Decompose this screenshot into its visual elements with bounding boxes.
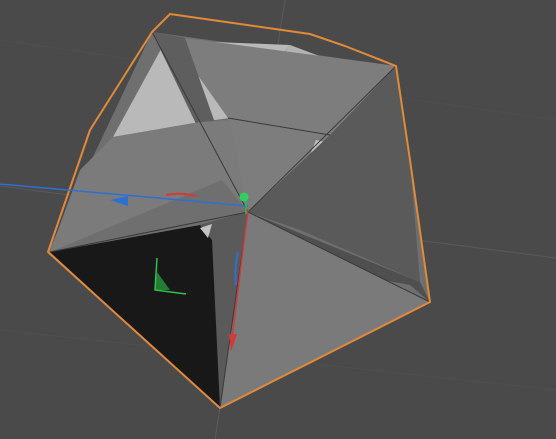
- 3d-viewport[interactable]: [0, 0, 556, 439]
- pivot-dot-icon[interactable]: [239, 192, 249, 202]
- viewport-canvas[interactable]: [0, 0, 556, 439]
